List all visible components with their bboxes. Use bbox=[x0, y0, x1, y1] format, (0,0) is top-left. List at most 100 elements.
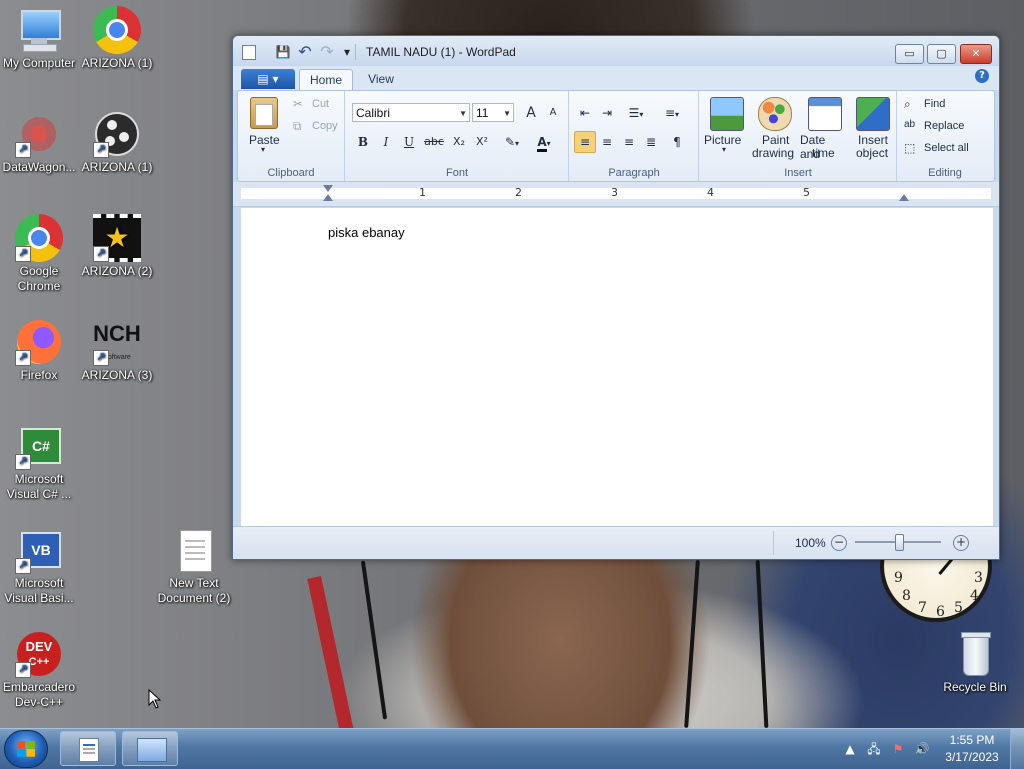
control-panel-icon bbox=[137, 738, 167, 762]
bold-button[interactable]: B bbox=[352, 131, 374, 153]
strikethrough-button[interactable]: abc bbox=[421, 131, 447, 153]
desktop-icon-arizona-1-obs[interactable]: ↗ ARIZONA (1) bbox=[77, 110, 157, 175]
copy-label: Copy bbox=[312, 120, 338, 132]
wordpad-icon bbox=[79, 738, 99, 762]
tab-view[interactable]: View bbox=[357, 69, 405, 90]
paint-drawing-label: Paint bbox=[762, 133, 790, 147]
desktop-icon-label: Microsoft Visual C# ... bbox=[6, 472, 72, 501]
desktop-icon-arizona-2[interactable]: ★ ↗ ARIZONA (2) bbox=[77, 214, 157, 279]
maximize-button[interactable]: ▢ bbox=[927, 44, 956, 64]
taskbar-control-panel[interactable] bbox=[122, 731, 178, 766]
desktop-icon-label: ARIZONA (1) bbox=[81, 56, 153, 70]
tab-home[interactable]: Home bbox=[299, 69, 353, 91]
find-button[interactable]: ⌕ Find bbox=[902, 96, 988, 114]
ruler[interactable]: 1 2 3 4 5 bbox=[233, 182, 999, 207]
select-all-button[interactable]: ⬚ Select all bbox=[902, 140, 988, 158]
title-bar[interactable]: 💾 ↶ ↷ ▾ TAMIL NADU (1) - WordPad ▭ ▢ ✕ bbox=[233, 36, 999, 66]
justify-icon[interactable]: ≣ bbox=[640, 131, 662, 153]
subscript-button[interactable]: X₂ bbox=[448, 131, 470, 153]
editing-group-label: Editing bbox=[928, 167, 962, 179]
decrease-indent-icon[interactable]: ⇤ bbox=[574, 102, 596, 124]
text-color-button[interactable]: A▾ bbox=[528, 131, 560, 153]
hanging-indent-marker[interactable] bbox=[323, 194, 333, 201]
movie-star-icon: ★ ↗ bbox=[93, 214, 141, 262]
taskbar-wordpad[interactable] bbox=[60, 731, 116, 766]
align-center-icon[interactable]: ≡ bbox=[596, 131, 618, 153]
clock-number: 6 bbox=[936, 604, 945, 620]
volume-icon[interactable]: 🔊 bbox=[914, 741, 930, 757]
desktop-icon-google-chrome[interactable]: ↗ Google Chrome bbox=[0, 214, 79, 294]
ruler-mark: 1 bbox=[419, 186, 426, 199]
cut-button[interactable]: ✂ Cut bbox=[290, 96, 340, 114]
start-button[interactable] bbox=[4, 730, 48, 768]
desktop-icon-label: Embarcadero Dev-C++ bbox=[2, 680, 76, 709]
right-indent-marker[interactable] bbox=[899, 194, 909, 201]
bullets-list-icon[interactable]: ☰▾ bbox=[620, 102, 652, 124]
font-family-select[interactable]: Calibri ▼ bbox=[352, 103, 470, 122]
undo-icon[interactable]: ↶ bbox=[297, 44, 313, 60]
insert-object-button[interactable]: Insert object bbox=[850, 95, 894, 160]
document-editor[interactable]: piska ebanay bbox=[241, 208, 993, 526]
customize-qat-icon[interactable]: ▾ bbox=[339, 45, 355, 59]
redo-icon[interactable]: ↷ bbox=[319, 44, 335, 60]
desktop-icon-my-computer[interactable]: My Computer bbox=[0, 6, 79, 71]
line-spacing-icon[interactable]: ≡▾ bbox=[656, 102, 688, 124]
date-time-button[interactable]: Date and time bbox=[798, 95, 848, 161]
desktop-icon-arizona-1[interactable]: ARIZONA (1) bbox=[77, 6, 157, 71]
network-icon[interactable]: 🖧 bbox=[866, 741, 882, 757]
replace-icon: ab bbox=[904, 119, 916, 130]
clock-number: 9 bbox=[894, 570, 903, 586]
application-menu-button[interactable]: ▤ ▾ bbox=[241, 69, 295, 89]
grow-font-button[interactable]: A bbox=[520, 102, 542, 124]
action-center-icon[interactable]: ⚑ bbox=[890, 741, 906, 757]
zoom-slider-thumb[interactable] bbox=[895, 534, 904, 551]
shortcut-arrow-icon: ↗ bbox=[15, 246, 31, 262]
desktop-icon-new-text-document[interactable]: New Text Document (2) bbox=[154, 526, 234, 606]
align-left-icon[interactable]: ≡ bbox=[574, 131, 596, 153]
desktop-icon-visual-basic[interactable]: VB ↗ Microsoft Visual Basi... bbox=[0, 526, 79, 606]
chevron-down-icon: ▾ bbox=[722, 145, 727, 154]
shortcut-arrow-icon: ↗ bbox=[93, 246, 109, 262]
zoom-level: 100% bbox=[795, 536, 826, 550]
shrink-font-button[interactable]: A bbox=[542, 102, 564, 124]
zoom-in-button[interactable]: + bbox=[953, 535, 969, 551]
desktop-icon-label: My Computer bbox=[2, 56, 76, 70]
desktop-icon-visual-csharp[interactable]: C# ↗ Microsoft Visual C# ... bbox=[0, 422, 79, 502]
paragraph-settings-icon[interactable]: ¶ bbox=[666, 131, 688, 153]
highlight-color-button[interactable]: ✎▾ bbox=[496, 131, 528, 153]
paint-drawing-button[interactable]: Paint drawing bbox=[750, 95, 796, 160]
replace-button[interactable]: ab Replace bbox=[902, 118, 988, 136]
superscript-button[interactable]: X² bbox=[471, 131, 493, 153]
wordpad-app-icon[interactable] bbox=[242, 45, 256, 60]
chrome-icon: ↗ bbox=[15, 214, 63, 262]
desktop-icon-label: Google Chrome bbox=[17, 264, 61, 293]
shortcut-arrow-icon: ↗ bbox=[15, 558, 31, 574]
increase-indent-icon[interactable]: ⇥ bbox=[596, 102, 618, 124]
wordpad-window[interactable]: 💾 ↶ ↷ ▾ TAMIL NADU (1) - WordPad ▭ ▢ ✕ ▤… bbox=[232, 35, 1000, 560]
desktop-icon-datawagon[interactable]: ↗ DataWagon... bbox=[0, 110, 79, 175]
paste-button[interactable]: Paste ▾ bbox=[244, 95, 286, 159]
close-button[interactable]: ✕ bbox=[960, 44, 992, 64]
copy-button[interactable]: ⧉ Copy bbox=[290, 118, 344, 136]
show-desktop-button[interactable] bbox=[1010, 729, 1024, 769]
help-icon[interactable]: ? bbox=[975, 69, 989, 83]
desktop-icon-firefox[interactable]: ↗ Firefox bbox=[0, 318, 79, 383]
font-size-select[interactable]: 11 ▼ bbox=[472, 103, 514, 122]
save-icon[interactable]: 💾 bbox=[275, 45, 291, 59]
show-hidden-icons-icon[interactable]: ▲ bbox=[842, 741, 858, 757]
zoom-out-button[interactable]: − bbox=[831, 535, 847, 551]
grow-font-icon: A bbox=[526, 105, 536, 121]
align-right-icon[interactable]: ≡ bbox=[618, 131, 640, 153]
first-line-indent-marker[interactable] bbox=[323, 185, 333, 192]
minimize-button[interactable]: ▭ bbox=[895, 44, 924, 64]
picture-button[interactable]: Picture ▾ bbox=[704, 95, 748, 159]
desktop-icon-arizona-3[interactable]: NCH Software ↗ ARIZONA (3) bbox=[77, 318, 157, 383]
system-clock[interactable]: 1:55 PM 3/17/2023 bbox=[940, 732, 1004, 766]
clock-time: 1:55 PM bbox=[949, 733, 995, 747]
desktop-icon-recycle-bin[interactable]: Recycle Bin bbox=[935, 630, 1015, 695]
underline-button[interactable]: U bbox=[398, 131, 420, 153]
document-text[interactable]: piska ebanay bbox=[328, 225, 405, 240]
highlighter-icon: ✎ bbox=[504, 135, 516, 149]
desktop-icon-embarcadero-devcpp[interactable]: DEV C++ ↗ Embarcadero Dev-C++ bbox=[0, 630, 79, 710]
italic-button[interactable]: I bbox=[375, 131, 397, 153]
